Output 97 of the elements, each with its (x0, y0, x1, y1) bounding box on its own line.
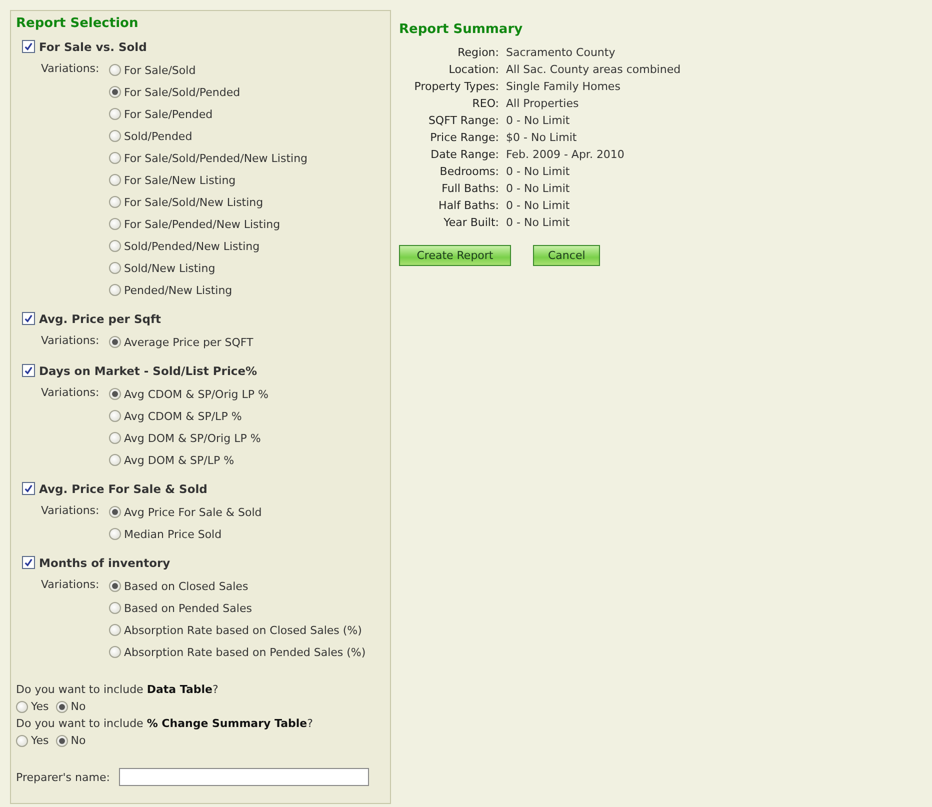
field-label: Preparer's name: (16, 770, 110, 784)
summary-label: SQFT Range: (427, 113, 499, 129)
checkbox[interactable] (22, 40, 35, 53)
radio-button[interactable] (109, 196, 121, 208)
option-label: For Sale/Sold/Pended (124, 86, 240, 98)
summary-label: Property Types: (413, 79, 499, 95)
variations-label: Variations: (41, 577, 100, 593)
checkbox[interactable] (22, 482, 35, 495)
option-label: Avg CDOM & SP/Orig LP % (124, 388, 268, 400)
variations-label: Variations: (41, 503, 100, 519)
option-label: Avg Price For Sale & Sold (124, 506, 262, 518)
radio-button[interactable] (109, 86, 121, 98)
option-label: Average Price per SQFT (124, 336, 254, 348)
summary-label: Half Baths: (438, 198, 499, 214)
radio-button[interactable] (109, 152, 121, 164)
radio-button[interactable] (109, 646, 121, 658)
summary-label: REO: (471, 96, 499, 112)
radio-button[interactable] (109, 336, 121, 348)
option-label: Avg CDOM & SP/LP % (124, 410, 242, 422)
section-label: Avg. Price For Sale & Sold (39, 482, 208, 496)
option-label: Yes (31, 734, 49, 747)
option-label: Based on Pended Sales (124, 602, 252, 614)
radio-button-small[interactable] (56, 700, 68, 712)
radio-button-small[interactable] (16, 734, 28, 746)
section-label: Days on Market - Sold/List Price% (39, 364, 258, 378)
summary-label: Full Baths: (440, 181, 499, 197)
option-label: No (70, 734, 86, 747)
radio-button[interactable] (109, 624, 121, 636)
section-label: Avg. Price per Sqft (39, 312, 161, 326)
variations-label: Variations: (41, 333, 100, 349)
radio-button[interactable] (109, 262, 121, 274)
radio-button[interactable] (109, 130, 121, 142)
question-text: Do you want to include % Change Summary Table? (16, 716, 314, 732)
checkbox[interactable] (22, 364, 35, 377)
summary-label: Price Range: (429, 130, 499, 146)
radio-button[interactable] (109, 64, 121, 76)
summary-value: All Sac. County areas combined (506, 62, 681, 78)
radio-button[interactable] (109, 410, 121, 422)
radio-button[interactable] (109, 240, 121, 252)
option-label: Sold/Pended (124, 130, 192, 142)
option-label: Sold/New Listing (124, 262, 216, 274)
summary-value: All Properties (506, 96, 580, 112)
option-label: Pended/New Listing (124, 284, 232, 296)
summary-label: Year Built: (442, 215, 499, 231)
radio-button[interactable] (109, 602, 121, 614)
option-label: For Sale/New Listing (124, 174, 236, 186)
option-label: For Sale/Sold (124, 64, 196, 76)
radio-button[interactable] (109, 528, 121, 540)
action-button[interactable]: Cancel (533, 245, 600, 266)
option-label: Avg DOM & SP/LP % (124, 454, 234, 466)
summary-value: $0 - No Limit (506, 130, 578, 146)
panel-title: Report Selection (16, 16, 140, 31)
radio-button-small[interactable] (56, 734, 68, 746)
option-label: Median Price Sold (124, 528, 222, 540)
summary-value: 0 - No Limit (506, 198, 571, 214)
option-label: For Sale/Sold/New Listing (124, 196, 264, 208)
summary-value: Single Family Homes (506, 79, 622, 95)
option-label: For Sale/Sold/Pended/New Listing (124, 152, 308, 164)
question-text: Do you want to include Data Table? (16, 682, 220, 698)
option-label: No (70, 700, 86, 713)
summary-value: 0 - No Limit (506, 113, 571, 129)
checkbox[interactable] (22, 312, 35, 325)
radio-button[interactable] (109, 432, 121, 444)
summary-title: Report Summary (399, 22, 524, 37)
option-label: Absorption Rate based on Pended Sales (%) (124, 646, 366, 658)
radio-button[interactable] (109, 454, 121, 466)
section-label: Months of inventory (39, 556, 170, 570)
section-label: For Sale vs. Sold (39, 40, 147, 54)
summary-label: Date Range: (430, 147, 499, 163)
option-label: For Sale/Pended/New Listing (124, 218, 280, 230)
radio-button-small[interactable] (16, 700, 28, 712)
option-label: For Sale/Pended (124, 108, 213, 120)
summary-label: Location: (448, 62, 499, 78)
summary-value: Sacramento County (506, 45, 616, 61)
summary-value: Feb. 2009 - Apr. 2010 (506, 147, 626, 163)
radio-button[interactable] (109, 388, 121, 400)
summary-value: 0 - No Limit (506, 164, 571, 180)
variations-label: Variations: (41, 385, 100, 401)
radio-button[interactable] (109, 218, 121, 230)
summary-label: Bedrooms: (438, 164, 499, 180)
radio-button[interactable] (109, 506, 121, 518)
preparer-name-field[interactable] (118, 768, 369, 786)
radio-button[interactable] (109, 580, 121, 592)
radio-button[interactable] (109, 174, 121, 186)
checkbox[interactable] (22, 556, 35, 569)
option-label: Based on Closed Sales (124, 580, 248, 592)
action-button[interactable]: Create Report (399, 245, 511, 266)
option-label: Sold/Pended/New Listing (124, 240, 260, 252)
variations-label: Variations: (41, 61, 100, 77)
summary-label: Region: (456, 45, 499, 61)
option-label: Yes (31, 700, 49, 713)
radio-button[interactable] (109, 108, 121, 120)
option-label: Avg DOM & SP/Orig LP % (124, 432, 261, 444)
summary-value: 0 - No Limit (506, 215, 571, 231)
summary-value: 0 - No Limit (506, 181, 571, 197)
radio-button[interactable] (109, 284, 121, 296)
option-label: Absorption Rate based on Closed Sales (%) (124, 624, 362, 636)
